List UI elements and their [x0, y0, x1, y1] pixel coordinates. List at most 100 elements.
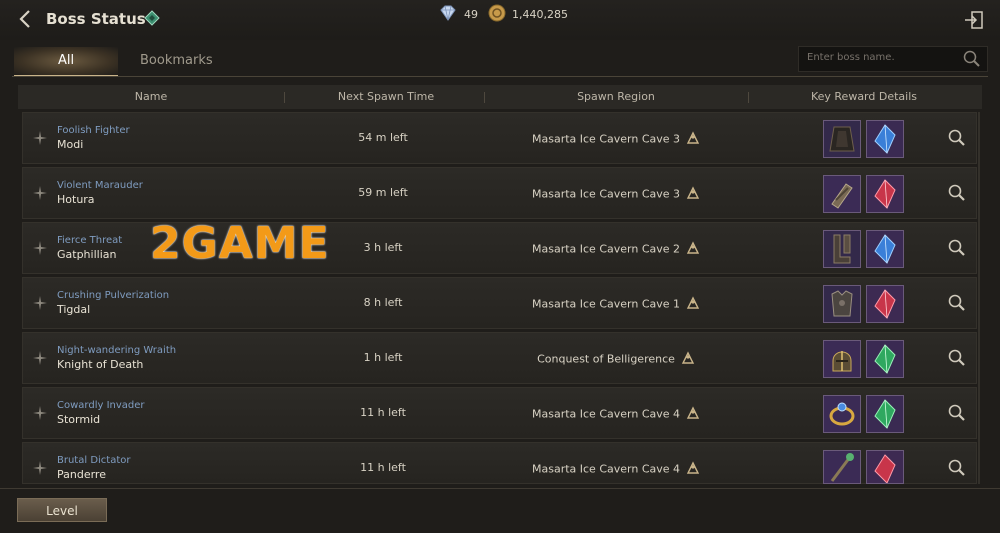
reward-gauntlet-icon[interactable] [823, 175, 861, 213]
region-label: Masarta Ice Cavern Cave 1 [531, 297, 681, 311]
boss-row[interactable]: Brutal Dictator Panderre 11 h left Masar… [22, 442, 977, 484]
magnifier-icon[interactable] [947, 238, 967, 262]
table-header: Name Next Spawn Time Spawn Region Key Re… [18, 85, 982, 109]
boss-name: Tigdal [57, 303, 91, 316]
boss-row[interactable]: Violent Marauder Hotura 59 m left Masart… [22, 167, 977, 219]
map-marker-icon[interactable] [686, 296, 700, 313]
search-icon[interactable] [963, 50, 981, 72]
gold-currency: 1,440,285 [488, 4, 568, 25]
boss-row[interactable]: Night-wandering Wraith Knight of Death 1… [22, 332, 977, 384]
magnifier-icon[interactable] [947, 128, 967, 152]
sparkle-icon [32, 185, 48, 205]
map-marker-icon[interactable] [686, 186, 700, 203]
boss-search-input[interactable]: Enter boss name. [798, 46, 988, 72]
footer-divider [0, 488, 1000, 489]
page-title: Boss Status [46, 10, 146, 28]
diamond-currency: 49 [438, 5, 478, 23]
boss-epithet: Crushing Pulverization [57, 290, 170, 301]
sparkle-icon [32, 240, 48, 260]
reward-staff-icon[interactable] [823, 450, 861, 484]
map-marker-icon[interactable] [686, 131, 700, 148]
column-key-reward: Key Reward Details [810, 90, 918, 103]
spawn-region: Masarta Ice Cavern Cave 1 [493, 296, 739, 313]
region-label: Masarta Ice Cavern Cave 4 [531, 462, 681, 476]
spawn-region: Masarta Ice Cavern Cave 3 [493, 186, 739, 203]
magnifier-icon[interactable] [947, 458, 967, 482]
boss-name: Hotura [57, 193, 95, 206]
spawn-region: Masarta Ice Cavern Cave 2 [493, 241, 739, 258]
spawn-region: Masarta Ice Cavern Cave 4 [493, 406, 739, 423]
reward-ring-icon[interactable] [823, 395, 861, 433]
boss-name: Modi [57, 138, 84, 151]
reward-blue-crystal-icon[interactable] [866, 230, 904, 268]
region-label: Masarta Ice Cavern Cave 3 [531, 132, 681, 146]
reward-green-crystal-icon[interactable] [866, 395, 904, 433]
spawn-time: 1 h left [363, 351, 403, 364]
boss-name: Panderre [57, 468, 106, 481]
boss-epithet: Night-wandering Wraith [57, 345, 177, 356]
header-divider [284, 92, 285, 103]
diamond-badge-icon[interactable] [144, 10, 160, 26]
spawn-time: 11 h left [360, 406, 406, 419]
spawn-region: Conquest of Belligerence [493, 351, 739, 368]
spawn-region: Masarta Ice Cavern Cave 3 [493, 131, 739, 148]
region-label: Conquest of Belligerence [537, 352, 675, 366]
reward-helmet-icon[interactable] [823, 340, 861, 378]
diamond-icon [438, 5, 458, 24]
exit-icon[interactable] [964, 10, 984, 30]
boss-epithet: Cowardly Invader [57, 400, 145, 411]
reward-green-crystal-icon[interactable] [866, 340, 904, 378]
boss-row[interactable]: Crushing Pulverization Tigdal 8 h left M… [22, 277, 977, 329]
reward-blue-crystal-icon[interactable] [866, 120, 904, 158]
boss-epithet: Brutal Dictator [57, 455, 131, 466]
reward-red-crystal-icon[interactable] [866, 175, 904, 213]
gold-count: 1,440,285 [512, 7, 568, 21]
spawn-time: 59 m left [358, 186, 408, 199]
boss-row[interactable]: Foolish Fighter Modi 54 m left Masarta I… [22, 112, 977, 164]
magnifier-icon[interactable] [947, 348, 967, 372]
map-marker-icon[interactable] [686, 461, 700, 478]
reward-cloak-icon[interactable] [823, 120, 861, 158]
column-spawn-region: Spawn Region [577, 90, 655, 103]
map-marker-icon[interactable] [681, 351, 695, 368]
map-marker-icon[interactable] [686, 406, 700, 423]
header-divider [484, 92, 485, 103]
tab-bookmarks[interactable]: Bookmarks [140, 47, 213, 75]
map-marker-icon[interactable] [686, 241, 700, 258]
sparkle-icon [32, 405, 48, 425]
boss-name: Gatphillian [57, 248, 117, 261]
boss-name: Knight of Death [57, 358, 144, 371]
spawn-time: 8 h left [363, 296, 403, 309]
spawn-time: 54 m left [358, 131, 408, 144]
reward-armor-icon[interactable] [823, 285, 861, 323]
spawn-time: 11 h left [360, 461, 406, 474]
list-scrollbar[interactable] [978, 112, 980, 484]
level-sort-button[interactable]: Level [17, 498, 107, 522]
region-label: Masarta Ice Cavern Cave 3 [531, 187, 681, 201]
column-spawn-time: Next Spawn Time [337, 90, 435, 103]
boss-epithet: Fierce Threat [57, 235, 123, 246]
back-arrow-icon[interactable] [18, 9, 38, 29]
header-divider [748, 92, 749, 103]
reward-red-crystal-icon[interactable] [866, 285, 904, 323]
tab-divider [12, 76, 988, 77]
reward-boots-icon[interactable] [823, 230, 861, 268]
magnifier-icon[interactable] [947, 403, 967, 427]
region-label: Masarta Ice Cavern Cave 2 [531, 242, 681, 256]
sparkle-icon [32, 460, 48, 480]
sparkle-icon [32, 295, 48, 315]
boss-row[interactable]: Cowardly Invader Stormid 11 h left Masar… [22, 387, 977, 439]
gold-coin-icon [488, 4, 506, 25]
tab-all[interactable]: All [14, 47, 118, 77]
magnifier-icon[interactable] [947, 293, 967, 317]
column-name: Name [134, 90, 168, 103]
watermark-logo: 2GAME [150, 218, 330, 269]
reward-red-crystal-icon[interactable] [866, 450, 904, 484]
boss-epithet: Violent Marauder [57, 180, 143, 191]
boss-epithet: Foolish Fighter [57, 125, 130, 136]
region-label: Masarta Ice Cavern Cave 4 [531, 407, 681, 421]
sparkle-icon [32, 130, 48, 150]
diamond-count: 49 [464, 7, 478, 21]
magnifier-icon[interactable] [947, 183, 967, 207]
sparkle-icon [32, 350, 48, 370]
